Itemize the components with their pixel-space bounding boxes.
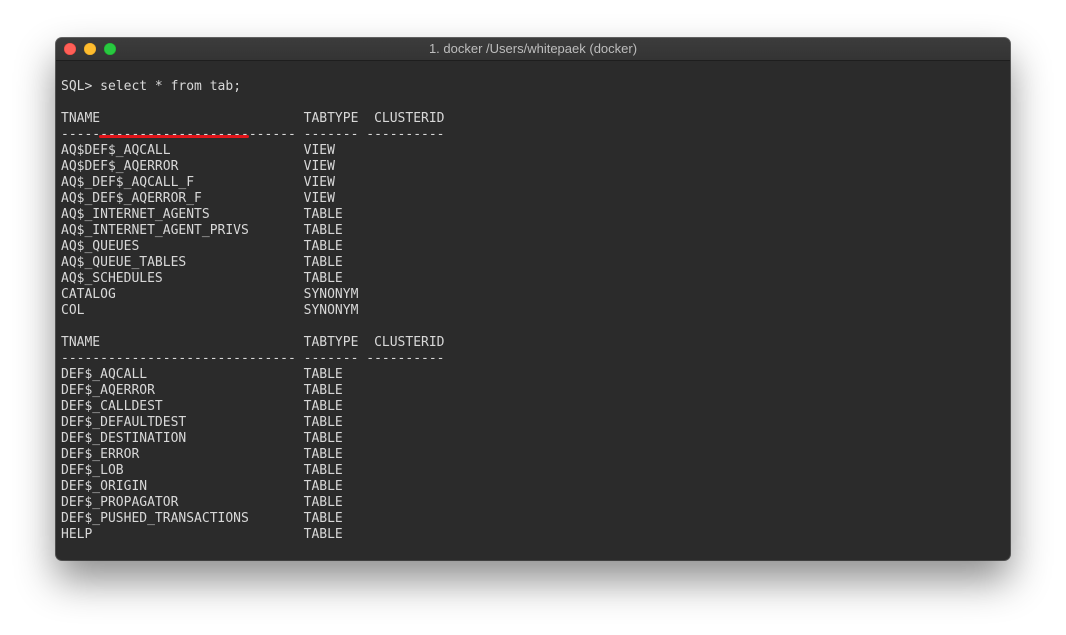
table-row: CATALOG SYNONYM <box>61 287 359 302</box>
result-header-1: TNAME TABTYPE CLUSTERID <box>61 111 445 126</box>
window-title: 1. docker /Users/whitepaek (docker) <box>428 41 638 56</box>
table-row: AQ$_DEF$_AQERROR_F VIEW <box>61 191 335 206</box>
table-row: DEF$_PROPAGATOR TABLE <box>61 495 343 510</box>
sql-prompt: SQL> <box>61 79 101 94</box>
terminal-output[interactable]: SQL> select * from tab; TNAME TABTYPE CL… <box>61 79 1005 560</box>
table-row: DEF$_DEFAULTDEST TABLE <box>61 415 343 430</box>
table-row: DEF$_LOB TABLE <box>61 463 343 478</box>
table-row: DEF$_ERROR TABLE <box>61 447 343 462</box>
command-highlight-underline <box>99 135 249 138</box>
table-row: AQ$_SCHEDULES TABLE <box>61 271 343 286</box>
table-row: COL SYNONYM <box>61 303 359 318</box>
table-row: DEF$_CALLDEST TABLE <box>61 399 343 414</box>
table-row: AQ$_QUEUES TABLE <box>61 239 343 254</box>
table-row: AQ$_DEF$_AQCALL_F VIEW <box>61 175 335 190</box>
table-row: HELP TABLE <box>61 527 343 542</box>
result-divider-2: ------------------------------ ------- -… <box>61 351 445 366</box>
table-row: DEF$_PUSHED_TRANSACTIONS TABLE <box>61 511 343 526</box>
table-row: DEF$_ORIGIN TABLE <box>61 479 343 494</box>
table-row: AQ$DEF$_AQERROR VIEW <box>61 159 335 174</box>
command-line: SQL> select * from tab; <box>61 79 1005 95</box>
table-row: DEF$_DESTINATION TABLE <box>61 431 343 446</box>
table-row: DEF$_AQERROR TABLE <box>61 383 343 398</box>
table-row: AQ$_INTERNET_AGENTS TABLE <box>61 207 343 222</box>
result-block-1: AQ$DEF$_AQCALL VIEW AQ$DEF$_AQERROR VIEW… <box>61 143 1005 319</box>
table-row: DEF$_AQCALL TABLE <box>61 367 343 382</box>
sql-command: select * from tab; <box>100 79 242 94</box>
table-row: AQ$DEF$_AQCALL VIEW <box>61 143 335 158</box>
table-row: AQ$_INTERNET_AGENT_PRIVS TABLE <box>61 223 343 238</box>
terminal-window: 1. docker /Users/whitepaek (docker) SQL>… <box>56 38 1010 560</box>
title-bar[interactable]: 1. docker /Users/whitepaek (docker) <box>56 38 1010 61</box>
result-header-2: TNAME TABTYPE CLUSTERID <box>61 335 445 350</box>
result-block-2: DEF$_AQCALL TABLE DEF$_AQERROR TABLE DEF… <box>61 367 1005 543</box>
table-row: AQ$_QUEUE_TABLES TABLE <box>61 255 343 270</box>
